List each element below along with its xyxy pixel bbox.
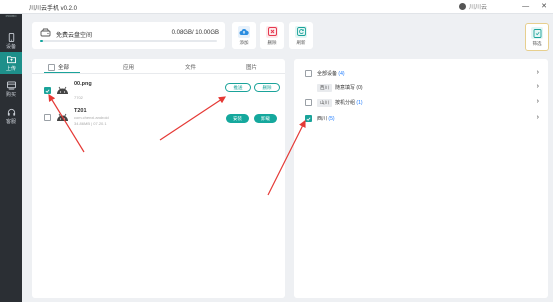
sidebar-item-support[interactable]: 客服 [0, 105, 22, 127]
chevron-right-icon[interactable]: › [537, 69, 539, 76]
refresh-button[interactable]: 刷新 [289, 22, 313, 49]
storage-label: 免费云盘空间 [56, 33, 93, 39]
title-bar: 川川云手机 v0.2.0 川川云 — ✕ [0, 0, 553, 14]
group-tag: 西川 [317, 84, 332, 92]
svg-text:PROBO: PROBO [6, 14, 18, 18]
file-panel: 全部 应用 文件 图片 00.png 7702 推送 删除 T201 com.c… [32, 59, 285, 298]
filter-label: 筛选 [532, 41, 542, 46]
group-checkbox[interactable] [305, 99, 312, 106]
chevron-right-icon[interactable]: › [537, 83, 539, 90]
tab-images[interactable]: 图片 [246, 63, 257, 71]
headset-icon [7, 108, 15, 116]
row-checkbox[interactable] [44, 114, 51, 121]
cart-icon [6, 80, 16, 90]
push-button[interactable]: 推送 [225, 83, 251, 92]
group-label: 山川 按机分组 (1) [317, 99, 363, 107]
storage-card: 免费云盘空间 0.08GB/ 10.00GB [32, 22, 225, 49]
minimize-icon[interactable]: — [522, 3, 529, 10]
device-group-row[interactable]: 西川 随意填写 (0) › [294, 81, 548, 93]
delete-icon [266, 25, 278, 38]
filter-icon [531, 27, 543, 39]
sidebar-item-upload[interactable]: 上传 [0, 52, 22, 74]
group-label: 西川 (5) [317, 115, 335, 122]
sidebar-item-label: 购买 [5, 91, 16, 98]
add-label: 添加 [239, 39, 249, 45]
refresh-icon [295, 25, 307, 38]
group-checkbox[interactable] [305, 115, 312, 122]
group-label: 西川 随意填写 (0) [317, 84, 363, 92]
sidebar-item-label: 上传 [5, 65, 16, 72]
device-panel: 全部设备 (4) › 西川 随意填写 (0) › 山川 按机分组 (1) › 西川 … [294, 59, 548, 298]
file-row[interactable]: 00.png 7702 推送 删除 [32, 79, 285, 105]
close-icon[interactable]: ✕ [541, 3, 547, 10]
tab-apps[interactable]: 应用 [123, 63, 134, 71]
install-button[interactable]: 安装 [226, 114, 249, 123]
group-checkbox[interactable] [305, 70, 312, 77]
sidebar-item-label: 客服 [5, 118, 16, 125]
tab-all-label: 全部 [58, 65, 70, 71]
phone-icon [8, 32, 14, 42]
checkmark-icon [306, 116, 311, 121]
row-delete-button[interactable]: 删除 [254, 83, 280, 92]
folder-icon [6, 55, 16, 63]
file-details: 34.86MB | 07.20.1 [74, 121, 107, 126]
user-menu[interactable]: 川川云 [459, 2, 487, 11]
file-row[interactable]: T201 com.chenxi.android 34.86MB | 07.20.… [32, 106, 285, 132]
android-icon [57, 86, 68, 94]
active-tab-indicator [44, 72, 80, 73]
group-tag: 山川 [317, 99, 332, 107]
sidebar-item-devices[interactable]: 设备 [0, 30, 22, 52]
cloud-upload-icon [238, 25, 250, 38]
storage-progress-bar [40, 40, 217, 42]
group-count: (5) [328, 116, 335, 122]
android-icon [57, 113, 68, 121]
delete-button[interactable]: 删除 [260, 22, 284, 49]
filter-button[interactable]: 筛选 [525, 23, 549, 51]
storage-usage: 0.08GB/ 10.00GB [171, 30, 219, 36]
device-group-row[interactable]: 全部设备 (4) › [294, 67, 548, 79]
group-count: (4) [338, 71, 345, 77]
device-group-row[interactable]: 西川 (5) › [294, 112, 548, 124]
storage-progress-fill [40, 40, 43, 42]
package-name: com.chenxi.android [74, 115, 109, 120]
group-name: 随意填写 [335, 85, 356, 91]
group-name: 按机分组 [335, 100, 356, 106]
tab-all[interactable]: 全部 [48, 63, 69, 71]
delete-label: 删除 [267, 39, 277, 45]
user-name: 川川云 [469, 5, 488, 11]
chevron-right-icon[interactable]: › [537, 114, 539, 121]
sidebar: PROBO 设备 上传 购买 客服 [0, 0, 22, 302]
window-controls: — ✕ [522, 3, 547, 10]
sidebar-item-label: 设备 [5, 43, 16, 50]
group-label: 全部设备 (4) [317, 70, 345, 77]
file-name: T201 [74, 108, 87, 114]
app-title: 川川云手机 v0.2.0 [29, 6, 78, 12]
uninstall-button[interactable]: 卸载 [254, 114, 277, 123]
avatar [459, 3, 466, 10]
group-count: (1) [356, 100, 363, 106]
checkmark-icon [45, 88, 50, 93]
group-name: 西川 [317, 116, 328, 122]
add-button[interactable]: 添加 [232, 22, 256, 49]
chevron-right-icon[interactable]: › [537, 98, 539, 105]
file-size: 7702 [74, 95, 83, 100]
cloud-drive-icon [40, 28, 51, 37]
file-name: 00.png [74, 81, 92, 87]
select-all-checkbox[interactable] [48, 63, 55, 71]
tab-docs[interactable]: 文件 [185, 63, 196, 71]
group-count: (0) [356, 85, 363, 91]
group-name: 全部设备 [317, 71, 338, 77]
sidebar-item-buy[interactable]: 购买 [0, 78, 22, 100]
device-group-row[interactable]: 山川 按机分组 (1) › [294, 96, 548, 108]
file-tabs: 全部 应用 文件 图片 [32, 59, 285, 74]
row-checkbox[interactable] [44, 87, 51, 94]
refresh-label: 刷新 [296, 39, 306, 45]
